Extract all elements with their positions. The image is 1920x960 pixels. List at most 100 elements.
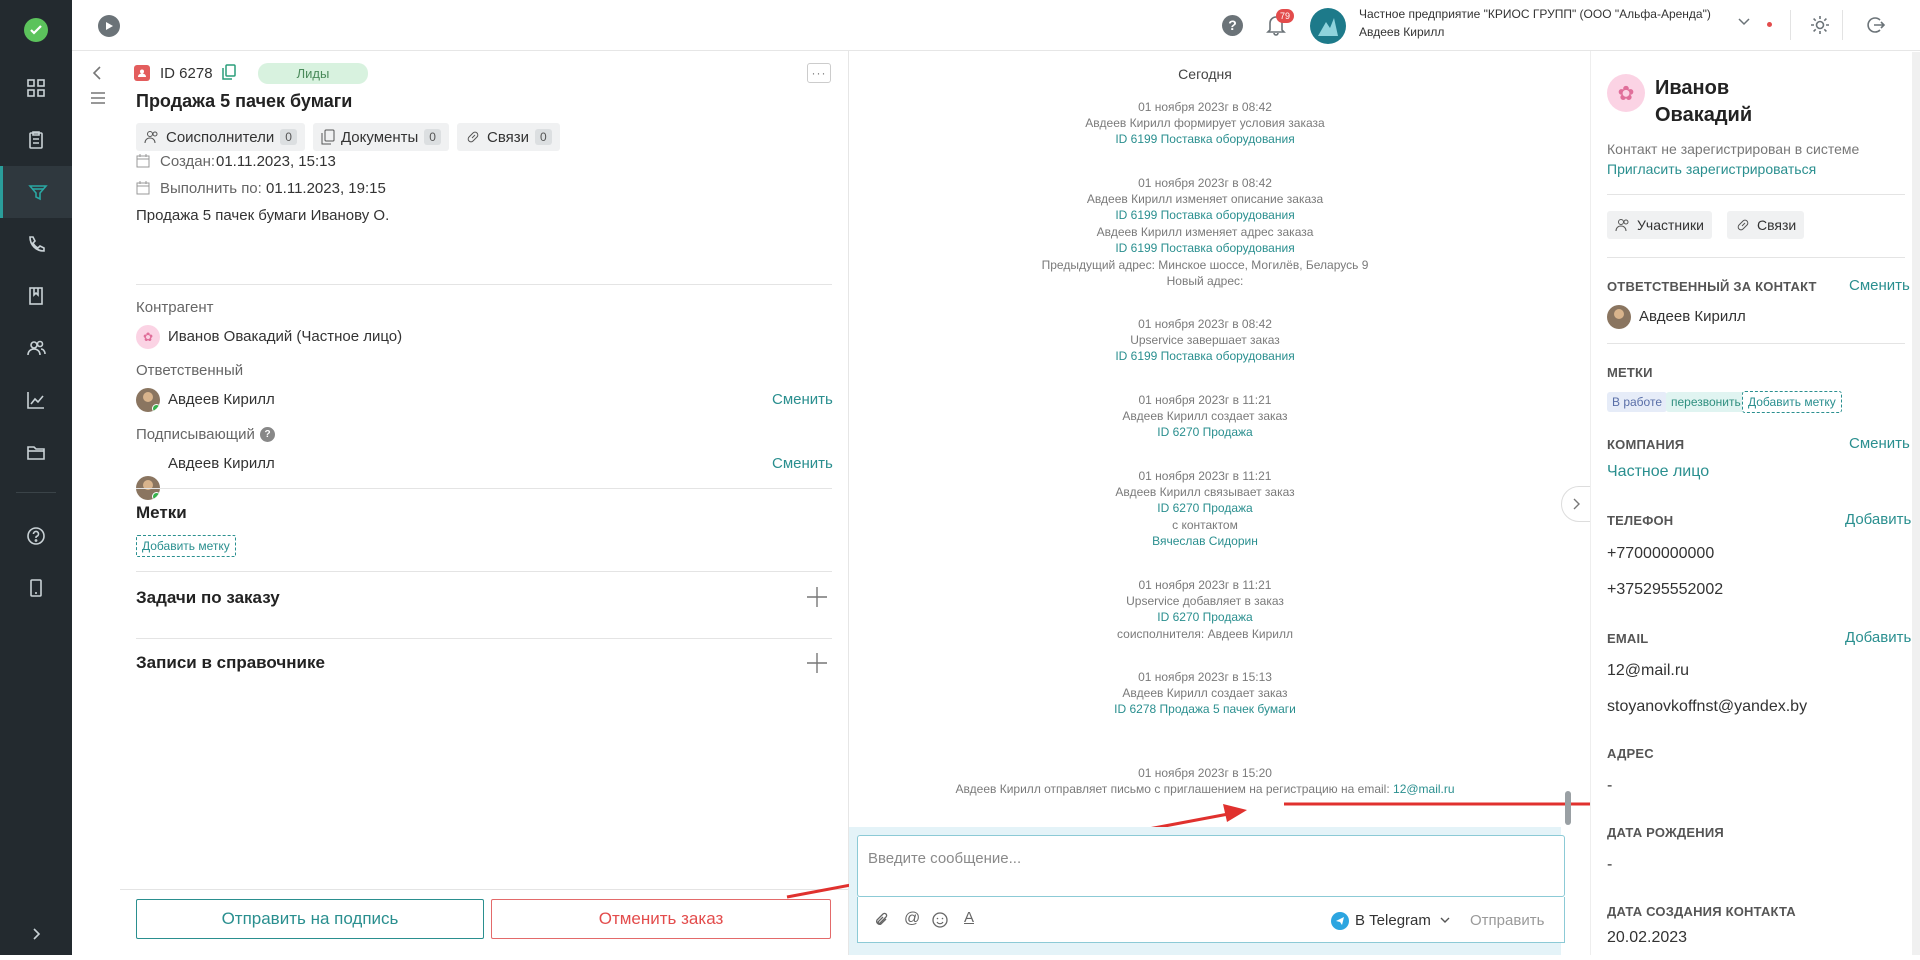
channel-select[interactable]: В Telegram bbox=[1355, 912, 1431, 929]
change-signer-link[interactable]: Сменить bbox=[772, 455, 833, 472]
expand-nav-icon[interactable] bbox=[0, 908, 72, 960]
lead-status-tag[interactable]: Лиды bbox=[258, 63, 368, 84]
invite-link[interactable]: Пригласить зарегистрироваться bbox=[1607, 161, 1816, 177]
company-avatar[interactable] bbox=[1310, 8, 1346, 44]
responsible-value[interactable]: Авдеев Кирилл bbox=[168, 391, 275, 408]
link-text[interactable]: ID 6199 Поставка оборудования bbox=[1115, 208, 1294, 222]
text: с контактом bbox=[1172, 518, 1238, 532]
send-for-signature-button[interactable]: Отправить на подпись bbox=[136, 899, 484, 939]
mention-icon[interactable]: @ bbox=[904, 910, 920, 928]
message-input[interactable]: Введите сообщение... bbox=[858, 836, 1564, 881]
gear-icon[interactable] bbox=[1809, 14, 1831, 36]
text-format-icon[interactable]: A bbox=[964, 909, 974, 926]
help-icon[interactable] bbox=[0, 510, 72, 562]
change-responsible-link[interactable]: Сменить bbox=[1849, 277, 1910, 294]
funnel-icon[interactable] bbox=[0, 166, 72, 218]
orders-icon[interactable] bbox=[0, 114, 72, 166]
feed-event-email-link[interactable]: 12@mail.ru bbox=[1393, 782, 1455, 796]
change-company-link[interactable]: Сменить bbox=[1849, 435, 1910, 452]
link-text[interactable]: Вячеслав Сидорин bbox=[1152, 534, 1258, 548]
back-chevron-icon[interactable] bbox=[92, 66, 102, 80]
book-icon[interactable] bbox=[0, 270, 72, 322]
chip-label: Связи bbox=[486, 128, 529, 146]
link-text[interactable]: ID 6270 Продажа bbox=[1157, 425, 1252, 439]
link-text[interactable]: ID 6199 Поставка оборудования bbox=[1115, 349, 1294, 363]
contact-responsible-value[interactable]: Авдеев Кирилл bbox=[1639, 308, 1746, 325]
app-logo-icon[interactable] bbox=[24, 18, 48, 42]
feed-event-link[interactable]: ID 6199 Поставка оборудования bbox=[849, 131, 1561, 147]
attach-icon[interactable] bbox=[874, 912, 890, 928]
divider bbox=[136, 571, 832, 572]
add-phone-link[interactable]: Добавить bbox=[1845, 511, 1911, 528]
link-text[interactable]: ID 6270 Продажа bbox=[1157, 501, 1252, 515]
link-text[interactable]: ID 6278 Продажа 5 пачек бумаги bbox=[1114, 702, 1296, 716]
message-input-box[interactable]: Введите сообщение... bbox=[857, 835, 1565, 897]
tag-callback[interactable]: перезвонить bbox=[1666, 392, 1746, 412]
feed-scrollbar[interactable] bbox=[1565, 791, 1571, 825]
change-responsible-link[interactable]: Сменить bbox=[772, 391, 833, 408]
help-button-icon[interactable]: ? bbox=[1222, 15, 1243, 36]
folder-icon[interactable] bbox=[0, 426, 72, 478]
feed-event-link[interactable]: ID 6270 Продажа bbox=[849, 609, 1561, 625]
tasks-title[interactable]: Задачи по заказу bbox=[136, 588, 280, 608]
feed-event-link[interactable]: ID 6270 Продажа bbox=[849, 424, 1561, 440]
due-value[interactable]: 01.11.2023, 19:15 bbox=[266, 180, 386, 197]
current-user-name[interactable]: Авдеев Кирилл bbox=[1359, 25, 1444, 39]
dashboard-icon[interactable] bbox=[0, 62, 72, 114]
question-icon[interactable]: ? bbox=[260, 427, 275, 442]
phone-value[interactable]: +77000000000 bbox=[1607, 545, 1714, 563]
signer-value[interactable]: Авдеев Кирилл bbox=[168, 455, 275, 472]
plus-icon[interactable] bbox=[806, 586, 828, 608]
link-text[interactable]: ID 6199 Поставка оборудования bbox=[1115, 132, 1294, 146]
collapse-panel-toggle[interactable] bbox=[1561, 486, 1591, 522]
calls-icon[interactable] bbox=[0, 218, 72, 270]
play-icon[interactable] bbox=[98, 15, 120, 37]
add-tag-button[interactable]: Добавить метку bbox=[1742, 391, 1842, 413]
chevron-down-icon[interactable] bbox=[1738, 18, 1750, 26]
email-value[interactable]: stoyanovkoffnst@yandex.by bbox=[1607, 698, 1807, 716]
documents-chip[interactable]: Документы 0 bbox=[312, 123, 449, 151]
chevron-down-icon[interactable] bbox=[1440, 917, 1450, 924]
page-scrollbar[interactable] bbox=[1912, 52, 1920, 955]
feed-event-link[interactable]: ID 6199 Поставка оборудования bbox=[849, 207, 1561, 223]
emoji-icon[interactable] bbox=[932, 912, 948, 928]
links-chip[interactable]: Связи 0 bbox=[456, 123, 560, 151]
chip-count: 0 bbox=[424, 129, 441, 145]
phone-value[interactable]: +375295552002 bbox=[1607, 581, 1723, 599]
link-text[interactable]: ID 6270 Продажа bbox=[1157, 610, 1252, 624]
tag-in-progress[interactable]: В работе bbox=[1607, 392, 1668, 412]
add-email-link[interactable]: Добавить bbox=[1845, 629, 1911, 646]
menu-lines-icon[interactable] bbox=[91, 92, 105, 104]
participants-chip[interactable]: Участники bbox=[1607, 211, 1712, 239]
order-description[interactable]: Продажа 5 пачек бумаги Иванову О. bbox=[136, 207, 389, 224]
analytics-icon[interactable] bbox=[0, 374, 72, 426]
feed-event-link[interactable]: ID 6199 Поставка оборудования bbox=[849, 240, 1561, 256]
feed-event-link[interactable]: ID 6278 Продажа 5 пачек бумаги bbox=[849, 701, 1561, 717]
divider bbox=[1790, 10, 1791, 40]
feed-event-link[interactable]: ID 6270 Продажа bbox=[849, 500, 1561, 516]
company-name[interactable]: Частное предприятие "КРИОС ГРУПП" (ООО "… bbox=[1359, 7, 1711, 21]
plus-icon[interactable] bbox=[806, 652, 828, 674]
records-title[interactable]: Записи в справочнике bbox=[136, 653, 325, 673]
send-button[interactable]: Отправить bbox=[1470, 912, 1544, 929]
contacts-icon[interactable] bbox=[0, 322, 72, 374]
more-options-icon[interactable]: ··· bbox=[807, 63, 831, 83]
mobile-icon[interactable] bbox=[0, 562, 72, 614]
counterparty-value[interactable]: Иванов Овакадий (Частное лицо) bbox=[168, 328, 402, 345]
chip-label: Документы bbox=[340, 128, 419, 146]
copy-icon[interactable] bbox=[222, 64, 236, 80]
email-value[interactable]: 12@mail.ru bbox=[1607, 662, 1689, 680]
feed-event-link[interactable]: Вячеслав Сидорин bbox=[849, 533, 1561, 549]
coexecutors-chip[interactable]: Соисполнители 0 bbox=[136, 123, 305, 151]
chevron-right-icon bbox=[1573, 498, 1580, 510]
order-id: ID 6278 bbox=[160, 65, 213, 82]
company-value[interactable]: Частное лицо bbox=[1607, 463, 1709, 481]
logout-icon[interactable] bbox=[1864, 14, 1886, 36]
cancel-order-button[interactable]: Отменить заказ bbox=[491, 899, 831, 939]
link-text[interactable]: ID 6199 Поставка оборудования bbox=[1115, 241, 1294, 255]
divider bbox=[120, 889, 848, 890]
links-chip[interactable]: Связи bbox=[1727, 211, 1805, 239]
order-title[interactable]: Продажа 5 пачек бумаги bbox=[136, 91, 352, 112]
feed-event-link[interactable]: ID 6199 Поставка оборудования bbox=[849, 348, 1561, 364]
add-tag-button[interactable]: Добавить метку bbox=[136, 535, 236, 557]
